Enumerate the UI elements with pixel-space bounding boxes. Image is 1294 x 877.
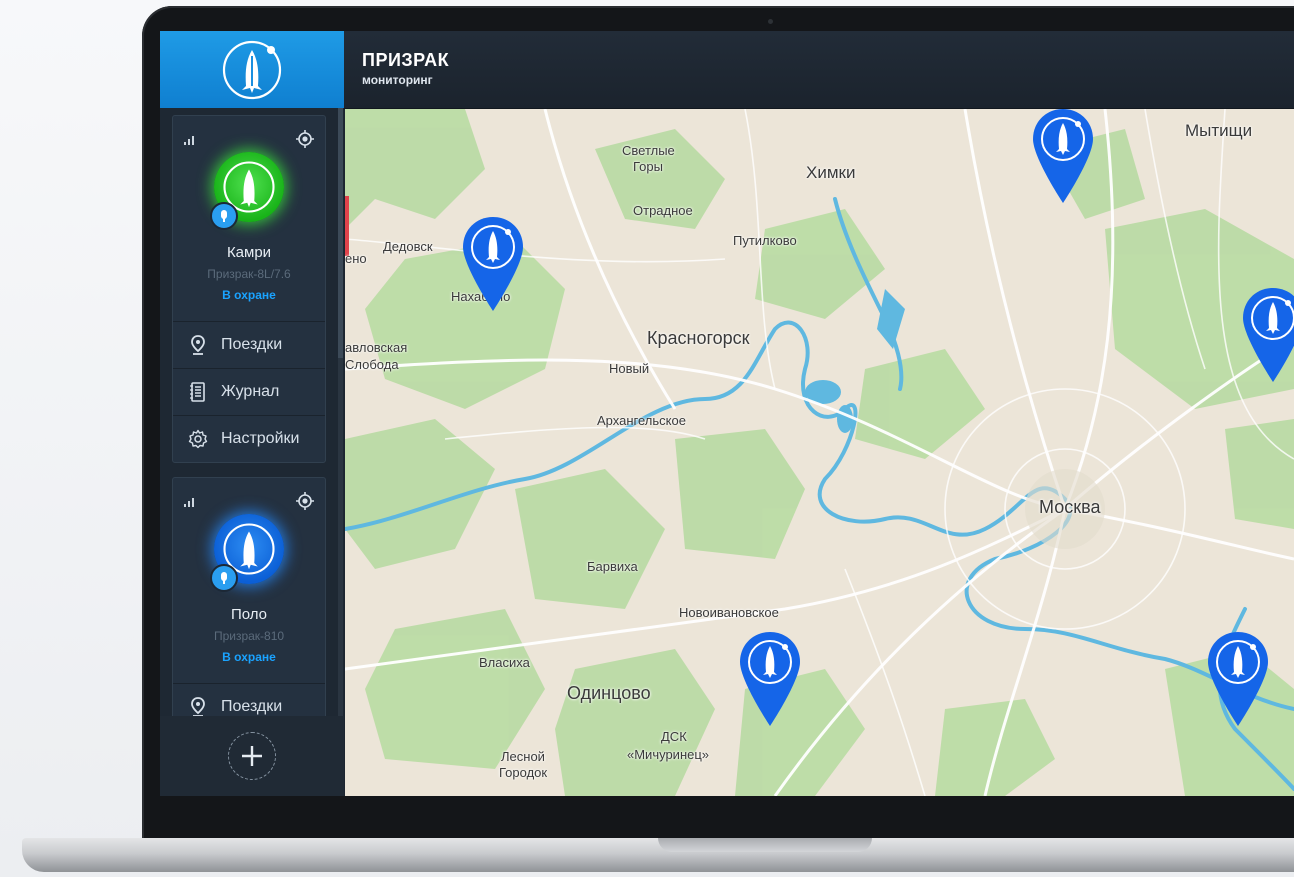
vehicle-name: Поло [230, 606, 268, 623]
app-logo[interactable] [160, 31, 344, 108]
locate-icon[interactable] [295, 129, 315, 149]
map-label-vlasikha: Власиха [479, 655, 530, 670]
map-label-novoivanovskoe: Новоивановское [679, 605, 779, 620]
laptop-camera [768, 19, 773, 24]
vehicle-card-kamri: Камри Призрак-8L/7.6 В охране Поездки Жу… [172, 115, 326, 463]
vehicle-status: В охране [222, 288, 276, 302]
menu-item-settings[interactable]: Настройки [173, 415, 325, 462]
sidebar-scroll-thumb[interactable] [338, 108, 343, 358]
map-label-michurinets: «Мичуринец» [627, 747, 710, 762]
vehicle-map-pin[interactable] [737, 629, 803, 729]
menu-item-label: Настройки [221, 430, 300, 447]
menu-item-journal[interactable]: Журнал [173, 368, 325, 415]
map-label-moskva: Москва [1039, 497, 1101, 517]
map-base-layer [345, 109, 1294, 796]
menu-item-label: Журнал [221, 383, 280, 400]
map-label-krasnogorsk: Красногорск [647, 328, 750, 348]
journal-icon [187, 381, 209, 403]
vehicle-card-header[interactable]: Камри Призрак-8L/7.6 В охране [173, 116, 325, 321]
map-label-dedovsk: Дедовск [383, 239, 433, 254]
map-label-novyy: Новый [609, 361, 650, 376]
add-vehicle-button[interactable] [228, 732, 276, 780]
map-edge-indicator [345, 196, 349, 256]
map-label-edge: ено [345, 251, 367, 266]
menu-item-label: Поездки [221, 336, 283, 353]
vehicle-status: В охране [222, 650, 276, 664]
menu-item-trips[interactable]: Поездки [173, 321, 325, 368]
key-fob-badge-icon [210, 202, 238, 230]
map-label-khimki: Химки [806, 163, 856, 182]
ghost-logo-icon [222, 40, 282, 99]
map-label-dsk: ДСК [661, 729, 687, 744]
signal-strength-icon [184, 136, 194, 145]
app-subtitle: мониторинг [362, 73, 433, 87]
map-label-barvikha: Барвиха [587, 559, 638, 574]
top-bar: ПРИЗРАК мониторинг [344, 31, 1294, 109]
signal-strength-icon [184, 498, 194, 507]
menu-item-trips[interactable]: Поездки [173, 683, 325, 716]
app-screen: ПРИЗРАК мониторинг Камри Призрак-8L/7.6 … [160, 31, 1294, 796]
vehicle-model: Призрак-8L/7.6 [207, 267, 291, 281]
map-label-mytishchi: Мытищи [1185, 121, 1253, 140]
plus-icon [242, 746, 262, 766]
vehicle-card-polo: Поло Призрак-810 В охране Поездки [172, 477, 326, 716]
map-label-gory: Горы [633, 159, 663, 174]
menu-item-label: Поездки [221, 698, 283, 715]
app-title: ПРИЗРАК [362, 50, 450, 70]
vehicle-map-pin[interactable] [1240, 285, 1294, 385]
map-label-pavlovskaya: авловская [345, 340, 408, 355]
map-label-gorodok: Городок [499, 765, 548, 780]
map-label-sloboda: Слобода [345, 357, 399, 372]
vehicle-map-pin[interactable] [460, 214, 526, 314]
vehicle-map-pin[interactable] [1205, 629, 1271, 729]
map-label-arkhangelskoe: Архангельское [597, 413, 686, 428]
key-fob-badge-icon [210, 564, 238, 592]
map-pin-icon [187, 696, 209, 716]
locate-icon[interactable] [295, 491, 315, 511]
map-pin-icon [187, 334, 209, 356]
map-label-otradnoe: Отрадное [633, 203, 693, 218]
add-vehicle-zone [160, 716, 344, 796]
laptop-base-notch [658, 838, 872, 852]
vehicle-name: Камри [226, 244, 272, 261]
vehicle-sidebar: Камри Призрак-8L/7.6 В охране Поездки Жу… [160, 108, 344, 716]
map-view[interactable]: Светлые Горы Химки Мытищи Отрадное Дедов… [345, 109, 1294, 796]
map-label-odintsovo: Одинцово [567, 683, 651, 703]
vehicle-card-header[interactable]: Поло Призрак-810 В охране [173, 478, 325, 683]
map-label-svetlye: Светлые [622, 143, 675, 158]
map-label-lesnoy: Лесной [501, 749, 545, 764]
gear-icon [187, 428, 209, 450]
vehicle-model: Призрак-810 [213, 629, 285, 643]
vehicle-map-pin[interactable] [1030, 109, 1096, 206]
map-label-putilkovo: Путилково [733, 233, 797, 248]
